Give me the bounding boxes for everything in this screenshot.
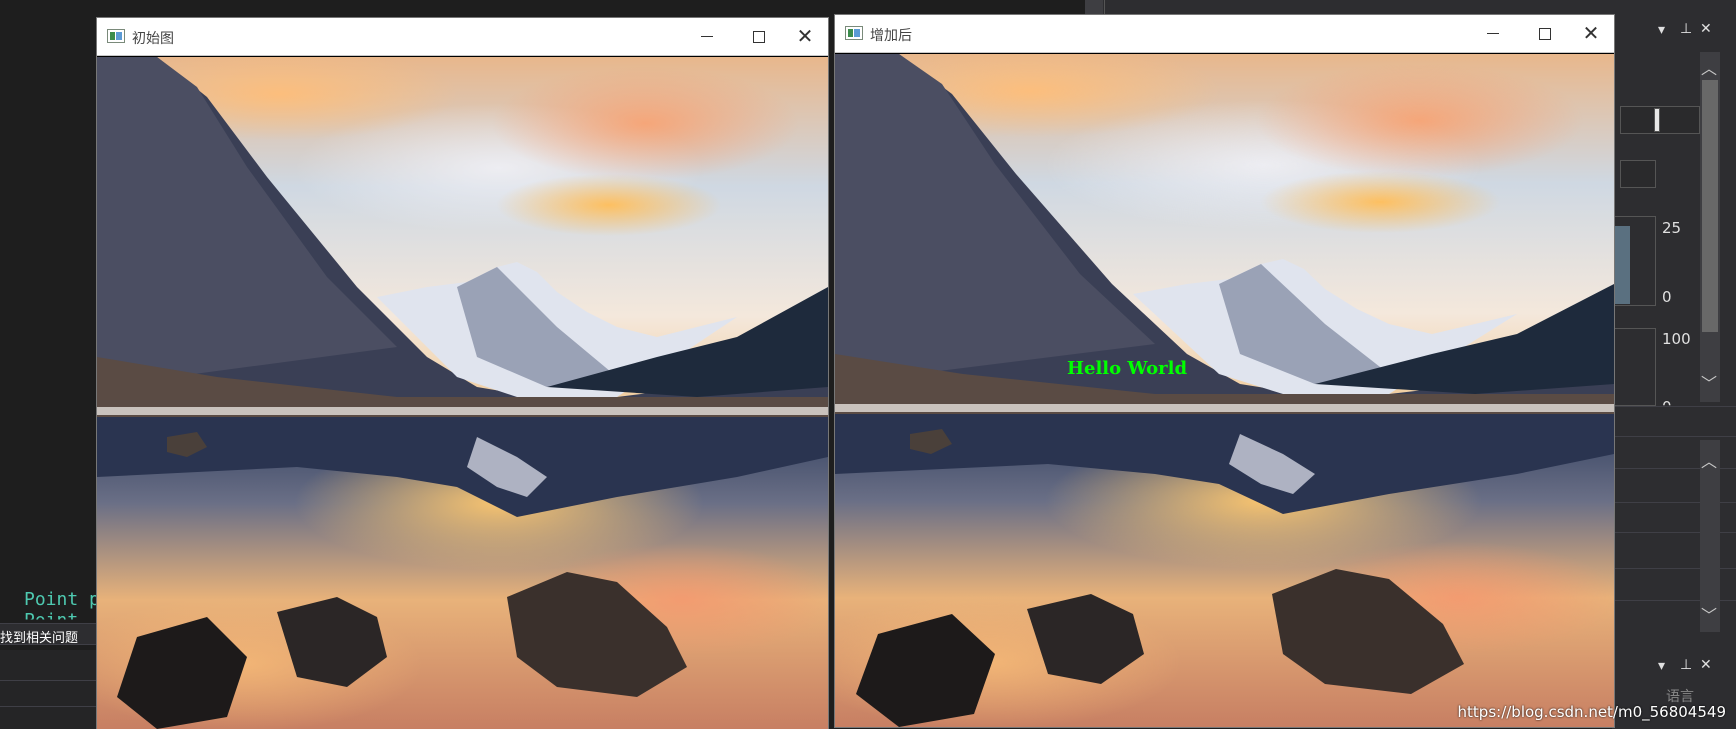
minimize-button[interactable] [684,18,730,56]
window-title: 增加后 [870,28,912,44]
status-text: 找到相关问题 [0,631,79,646]
ide-toolbar-right [1085,0,1736,16]
watermark-text: https://blog.csdn.net/m0_56804549 [1457,703,1726,721]
divider [0,680,100,681]
maximize-icon [753,30,765,43]
minimize-icon [1487,33,1499,34]
dropdown-arrow-icon[interactable]: ▾ [1658,658,1665,674]
close-icon: ✕ [1582,21,1600,45]
minimize-icon [701,36,713,37]
landscape-illustration [835,54,1614,727]
axis-label: 100 [1662,330,1691,348]
window-original-image[interactable]: 初始图 ✕ [97,18,828,729]
axis-label: 25 [1662,219,1682,237]
scrollbar-thumb[interactable] [1702,80,1718,332]
app-icon [845,26,863,40]
pin-icon[interactable]: ⊥ [1680,21,1692,37]
divider [0,706,100,707]
slider-handle[interactable] [1654,108,1660,132]
desktop: Point p Point 找到相关问题 ▾ ⊥ ✕ 25 0 100 0 ︿ … [0,0,1736,729]
window-title-bar[interactable]: 增加后 ✕ [835,15,1614,53]
mini-chart-frame [1612,216,1656,306]
pin-icon[interactable]: ⊥ [1680,657,1692,673]
code-line: Point p [24,589,100,610]
close-button[interactable]: ✕ [782,18,828,56]
panel-field[interactable] [1620,160,1656,188]
ide-lower-panel [0,650,100,729]
hello-world-overlay-text: Hello World [1067,358,1188,379]
ide-toolbar-button[interactable] [1085,0,1103,14]
panel-input[interactable] [1620,106,1700,134]
maximize-button[interactable] [736,18,782,56]
minimize-button[interactable] [1470,15,1516,53]
scroll-down-icon[interactable]: ﹀ [1701,602,1717,626]
close-icon: ✕ [796,24,814,48]
close-icon[interactable]: ✕ [1700,21,1712,37]
window-modified-image[interactable]: 增加后 ✕ Hello World [835,15,1614,727]
divider [1612,436,1736,437]
scroll-down-icon[interactable]: ﹀ [1701,370,1717,394]
vertical-tab-labels[interactable] [1724,30,1736,230]
ide-divider [1104,0,1105,16]
window-title-bar[interactable]: 初始图 ✕ [97,18,828,56]
maximize-icon [1539,27,1551,40]
window-title: 初始图 [132,31,174,47]
close-icon[interactable]: ✕ [1700,657,1712,673]
app-icon [107,29,125,43]
scroll-up-icon[interactable]: ︿ [1701,55,1717,79]
close-button[interactable]: ✕ [1568,15,1614,53]
image-canvas [97,57,828,729]
axis-label: 0 [1662,288,1672,306]
scroll-up-icon[interactable]: ︿ [1701,448,1717,472]
landscape-illustration [97,57,828,729]
image-canvas: Hello World [835,54,1614,727]
divider [1612,406,1736,407]
ide-status-bar: 找到相关问题 [0,623,100,646]
maximize-button[interactable] [1522,15,1568,53]
mini-chart-frame [1612,328,1656,406]
dropdown-arrow-icon[interactable]: ▾ [1658,22,1665,38]
